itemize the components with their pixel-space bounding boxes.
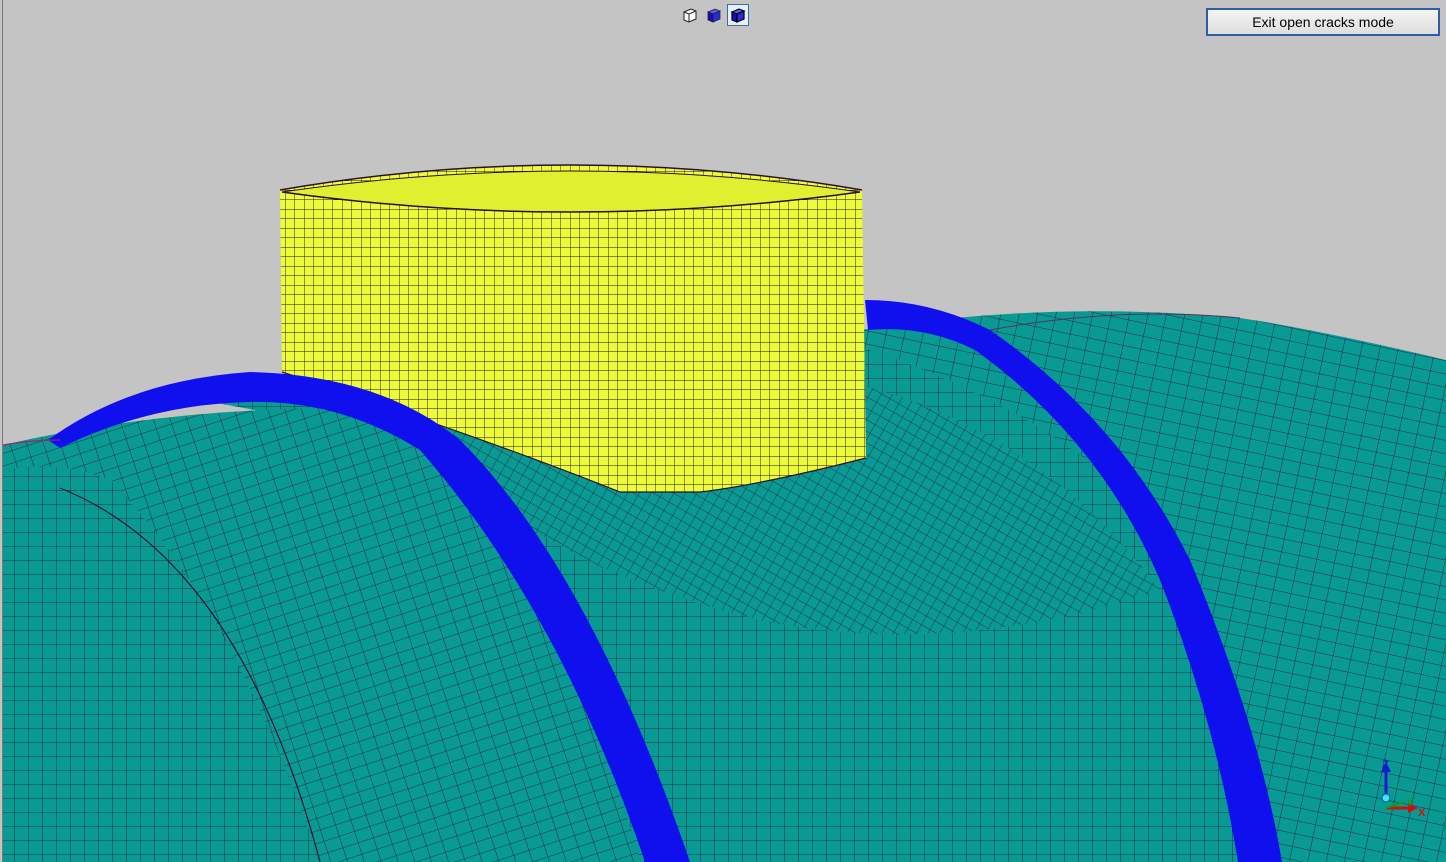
shaded-edges-view-button[interactable]: [727, 4, 749, 26]
fe-mesh-model[interactable]: [0, 0, 1446, 862]
z-axis-label: Z: [1382, 759, 1389, 771]
exit-open-cracks-mode-button[interactable]: Exit open cracks mode: [1206, 8, 1440, 36]
coordinate-triad: Z X Y: [1381, 759, 1426, 819]
shaded-cube-icon: [706, 8, 722, 23]
shaded-edges-cube-icon: [730, 8, 746, 23]
viewport-border: [2, 0, 3, 862]
view-mode-toolbar: [678, 2, 751, 28]
graphics-viewport[interactable]: Exit open cracks mode Z X Y: [0, 0, 1446, 862]
shaded-view-button[interactable]: [703, 4, 725, 26]
x-axis-label: X: [1418, 807, 1426, 819]
y-axis-label: Y: [1406, 797, 1414, 809]
wireframe-cube-icon: [683, 8, 697, 23]
wireframe-view-button[interactable]: [679, 4, 701, 26]
